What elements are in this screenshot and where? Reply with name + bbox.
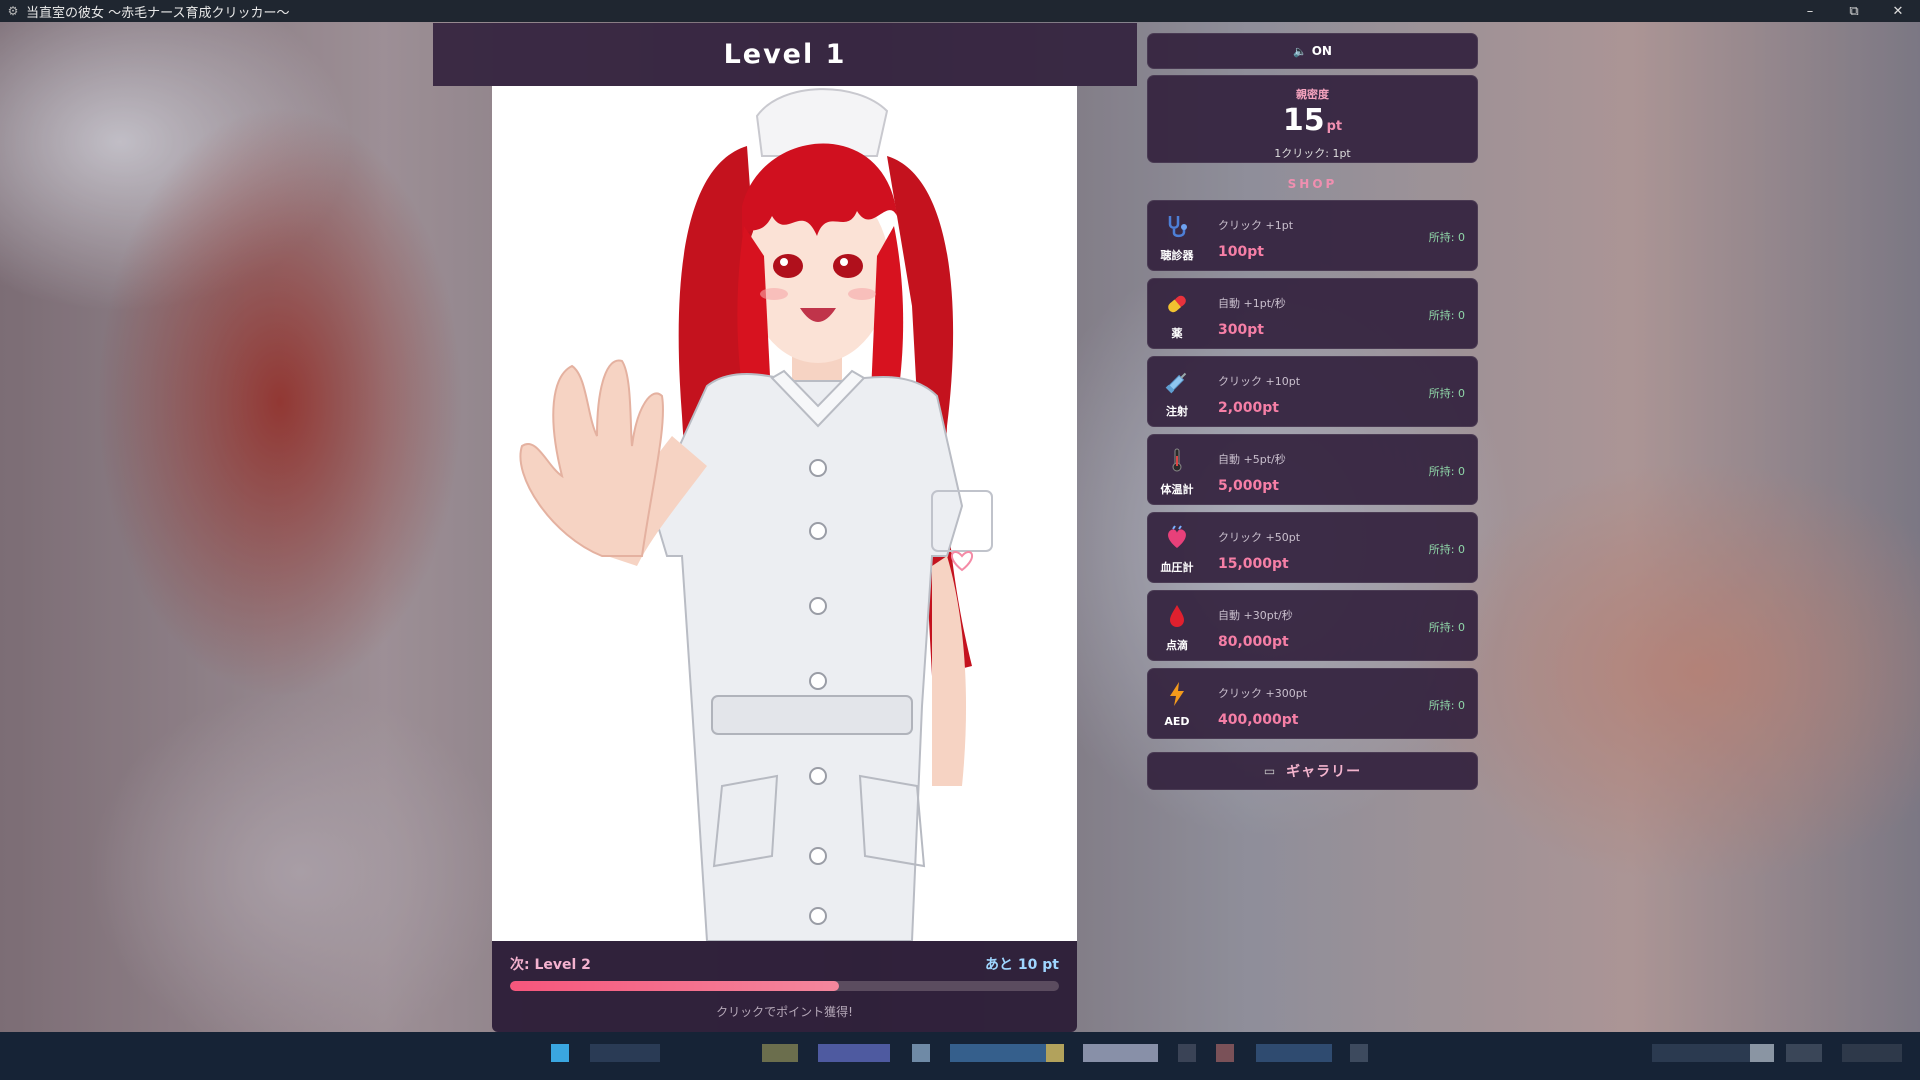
taskbar-icon[interactable] bbox=[590, 1044, 660, 1062]
picture-icon: ▭ bbox=[1263, 764, 1277, 778]
gallery-button[interactable]: ▭ ギャラリー bbox=[1147, 752, 1478, 790]
tray-icon[interactable] bbox=[1786, 1044, 1822, 1062]
shop-item-injection[interactable]: 注射 クリック +10pt 2,000pt 所持: 0 bbox=[1147, 356, 1478, 427]
minimize-button[interactable]: – bbox=[1788, 0, 1832, 22]
item-price: 5,000pt bbox=[1218, 478, 1279, 494]
affection-number: 15 bbox=[1282, 103, 1325, 138]
item-effect: クリック +50pt bbox=[1218, 531, 1301, 544]
lightning-icon bbox=[1160, 680, 1194, 708]
click-hint: クリックでポイント獲得! bbox=[716, 1005, 853, 1019]
taskbar bbox=[0, 1032, 1920, 1080]
item-price: 80,000pt bbox=[1218, 634, 1289, 650]
stethoscope-icon bbox=[1160, 212, 1194, 240]
taskbar-icon[interactable] bbox=[1046, 1044, 1064, 1062]
syringe-icon bbox=[1160, 368, 1194, 396]
sound-state: ON bbox=[1311, 44, 1332, 58]
level-progress-fill bbox=[510, 981, 840, 991]
taskbar-icon[interactable] bbox=[1350, 1044, 1368, 1062]
nurse-character-portrait[interactable] bbox=[492, 86, 1077, 941]
level-progress-bar bbox=[510, 981, 1059, 991]
item-effect: 自動 +30pt/秒 bbox=[1218, 609, 1293, 622]
speaker-icon: 🔈 bbox=[1293, 44, 1307, 58]
item-price: 15,000pt bbox=[1218, 556, 1289, 572]
heart-icon bbox=[1160, 524, 1194, 552]
shop-item-iv-drip[interactable]: 点滴 自動 +30pt/秒 80,000pt 所持: 0 bbox=[1147, 590, 1478, 661]
item-price: 100pt bbox=[1218, 244, 1264, 260]
item-owned: 所持: 0 bbox=[1428, 621, 1465, 634]
shop-item-blood-pressure-monitor[interactable]: 血圧計 クリック +50pt 15,000pt 所持: 0 bbox=[1147, 512, 1478, 583]
taskbar-icon[interactable] bbox=[1256, 1044, 1332, 1062]
item-owned: 所持: 0 bbox=[1428, 699, 1465, 712]
item-effect: 自動 +1pt/秒 bbox=[1218, 297, 1286, 310]
taskbar-icon[interactable] bbox=[1178, 1044, 1196, 1062]
item-name: AED bbox=[1164, 715, 1190, 728]
close-button[interactable]: ✕ bbox=[1876, 0, 1920, 22]
shop-item-stethoscope[interactable]: 聴診器 クリック +1pt 100pt 所持: 0 bbox=[1147, 200, 1478, 271]
item-price: 300pt bbox=[1218, 322, 1264, 338]
shop-item-medicine[interactable]: 薬 自動 +1pt/秒 300pt 所持: 0 bbox=[1147, 278, 1478, 349]
taskbar-icon[interactable] bbox=[1216, 1044, 1234, 1062]
shop-heading: SHOP bbox=[1287, 177, 1338, 191]
item-name: 体温計 bbox=[1160, 483, 1194, 496]
item-price: 400,000pt bbox=[1218, 712, 1299, 728]
level-progress-panel: 次: Level 2 あと 10 pt クリックでポイント獲得! bbox=[492, 941, 1077, 1032]
remaining-points: あと 10 pt bbox=[985, 957, 1059, 973]
item-owned: 所持: 0 bbox=[1428, 543, 1465, 556]
thermometer-icon bbox=[1160, 446, 1194, 474]
next-level-label: 次: Level 2 bbox=[510, 957, 591, 973]
window-titlebar: ⚙ 当直室の彼女 〜赤毛ナース育成クリッカー〜 – ⧉ ✕ bbox=[0, 0, 1920, 22]
app-gear-icon: ⚙ bbox=[7, 4, 19, 18]
taskbar-icon[interactable] bbox=[912, 1044, 930, 1062]
taskbar-icon[interactable] bbox=[551, 1044, 569, 1062]
nurse-character-image bbox=[492, 86, 1077, 941]
shop-item-thermometer[interactable]: 体温計 自動 +5pt/秒 5,000pt 所持: 0 bbox=[1147, 434, 1478, 505]
item-name: 薬 bbox=[1171, 327, 1183, 340]
tray-area bbox=[1652, 1044, 1752, 1062]
taskbar-icon[interactable] bbox=[818, 1044, 890, 1062]
item-name: 注射 bbox=[1166, 405, 1188, 418]
item-effect: クリック +10pt bbox=[1218, 375, 1301, 388]
pill-icon bbox=[1160, 290, 1194, 318]
item-name: 点滴 bbox=[1166, 639, 1188, 652]
gallery-label: ギャラリー bbox=[1286, 764, 1362, 780]
tray-icon[interactable] bbox=[1750, 1044, 1774, 1062]
item-owned: 所持: 0 bbox=[1428, 387, 1465, 400]
taskbar-icon[interactable] bbox=[1083, 1044, 1158, 1062]
restore-button[interactable]: ⧉ bbox=[1832, 0, 1876, 22]
affection-label: 親密度 bbox=[1296, 88, 1329, 101]
affection-unit: pt bbox=[1326, 119, 1343, 134]
sound-toggle-button[interactable]: 🔈 ON bbox=[1147, 33, 1478, 69]
shop-item-aed[interactable]: AED クリック +300pt 400,000pt 所持: 0 bbox=[1147, 668, 1478, 739]
level-title: Level 1 bbox=[433, 23, 1137, 86]
affection-value: 15 pt bbox=[1148, 104, 1477, 144]
taskbar-icon[interactable] bbox=[762, 1044, 798, 1062]
clock-area[interactable] bbox=[1842, 1044, 1902, 1062]
points-per-click: 1クリック: 1pt bbox=[1274, 147, 1351, 160]
item-owned: 所持: 0 bbox=[1428, 231, 1465, 244]
item-name: 血圧計 bbox=[1160, 561, 1194, 574]
item-owned: 所持: 0 bbox=[1428, 309, 1465, 322]
item-owned: 所持: 0 bbox=[1428, 465, 1465, 478]
item-price: 2,000pt bbox=[1218, 400, 1279, 416]
item-effect: クリック +300pt bbox=[1218, 687, 1308, 700]
window-title: 当直室の彼女 〜赤毛ナース育成クリッカー〜 bbox=[26, 5, 290, 21]
affection-panel: 親密度 15 pt 1クリック: 1pt bbox=[1147, 75, 1478, 163]
item-effect: クリック +1pt bbox=[1218, 219, 1294, 232]
item-effect: 自動 +5pt/秒 bbox=[1218, 453, 1286, 466]
blood-drop-icon bbox=[1160, 602, 1194, 630]
item-name: 聴診器 bbox=[1160, 249, 1194, 262]
